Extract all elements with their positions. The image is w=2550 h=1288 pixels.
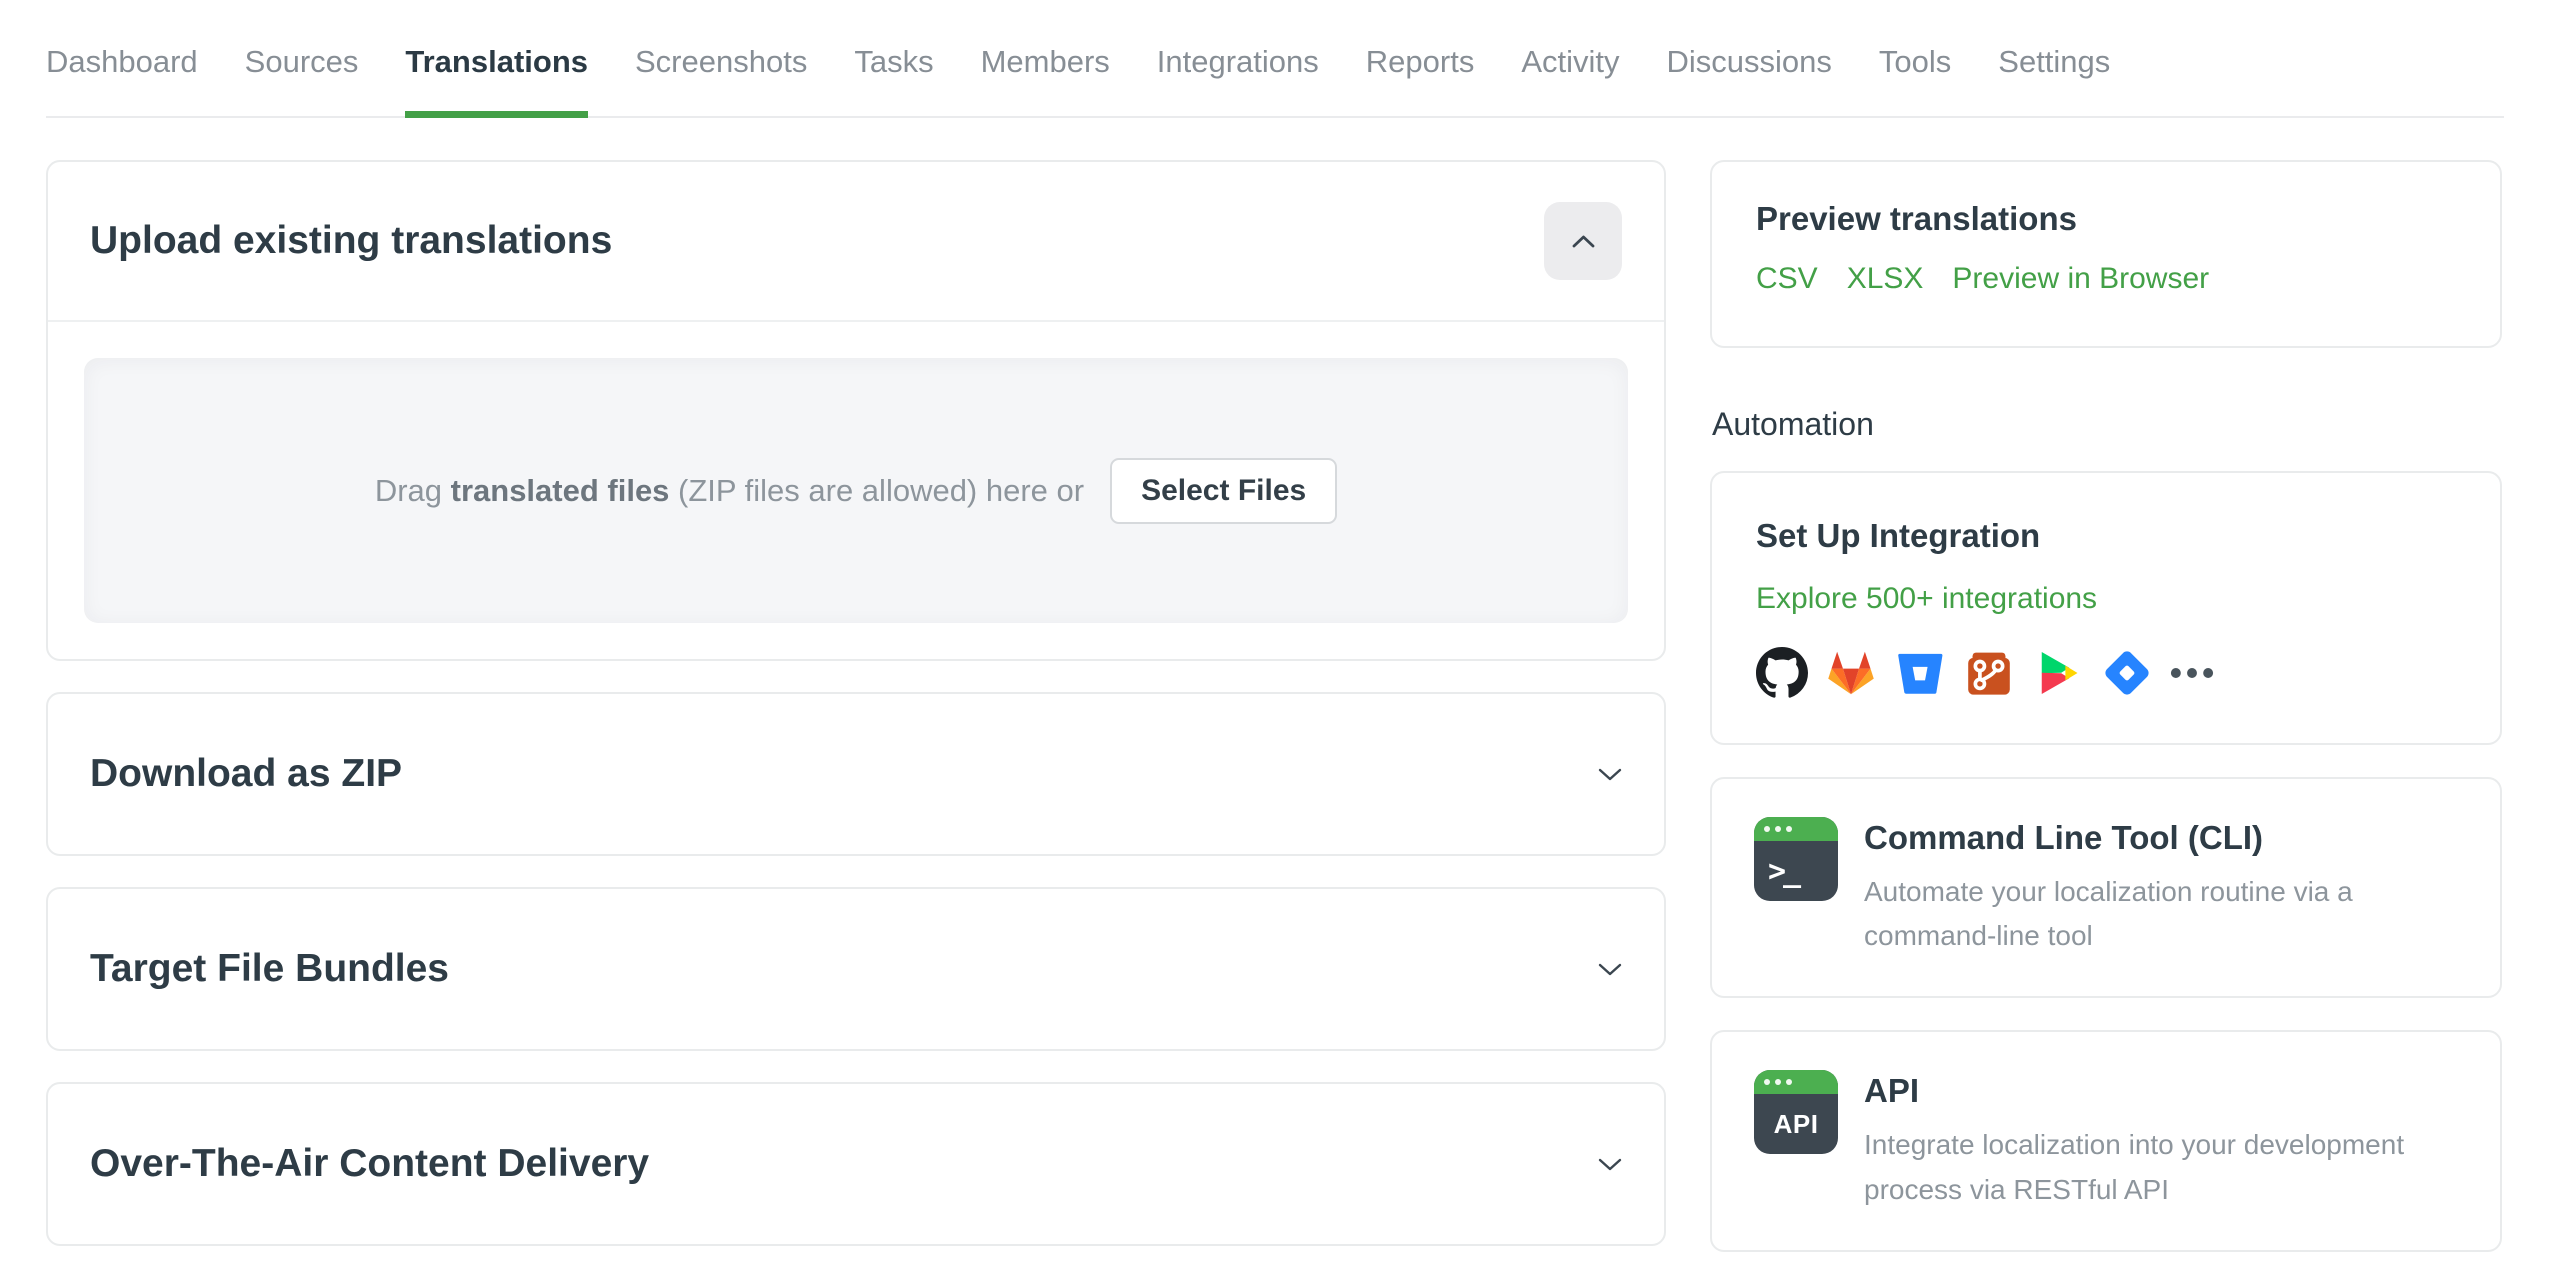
set-up-integration-title: Set Up Integration — [1756, 517, 2041, 554]
tab-tasks[interactable]: Tasks — [854, 0, 933, 116]
api-card-description: Integrate localization into your develop… — [1864, 1129, 2405, 1205]
cli-card-info: Command Line Tool (CLI) Automate your lo… — [1864, 817, 2458, 958]
target-file-bundles-card[interactable]: Target File Bundles — [46, 887, 1666, 1051]
api-card[interactable]: API API Integrate localization into your… — [1710, 1030, 2502, 1252]
preview-translations-card: Preview translations CSV XLSX Preview in… — [1710, 160, 2502, 348]
tab-translations[interactable]: Translations — [405, 0, 588, 118]
more-integrations-icon[interactable] — [2170, 647, 2214, 699]
api-icon-label: API — [1773, 1108, 1819, 1139]
chevron-down-icon — [1598, 768, 1622, 780]
collapse-upload-card-button[interactable] — [1544, 202, 1622, 280]
api-icon-titlebar — [1754, 1070, 1838, 1095]
dropzone[interactable]: Drag translated files (ZIP files are all… — [84, 358, 1628, 623]
terminal-icon: >_ — [1754, 817, 1838, 901]
google-play-icon[interactable] — [2032, 647, 2084, 699]
upload-card-title: Upload existing translations — [90, 219, 613, 262]
top-navigation: Dashboard Sources Translations Screensho… — [46, 0, 2504, 118]
api-icon: API — [1754, 1070, 1838, 1155]
dropzone-text: Drag translated files (ZIP files are all… — [374, 472, 1085, 508]
chevron-down-icon — [1598, 963, 1622, 975]
explore-integrations-link[interactable]: Explore 500+ integrations — [1756, 582, 2097, 616]
automation-heading: Automation — [1712, 406, 1874, 442]
over-the-air-content-delivery-card[interactable]: Over-The-Air Content Delivery — [46, 1082, 1666, 1246]
tab-members[interactable]: Members — [981, 0, 1110, 116]
terminal-icon-titlebar — [1754, 817, 1838, 841]
upload-existing-translations-card: Upload existing translations Drag transl… — [46, 160, 1666, 661]
main-column: Upload existing translations Drag transl… — [46, 160, 1666, 1252]
preview-in-browser-link[interactable]: Preview in Browser — [1952, 262, 2209, 296]
preview-links: CSV XLSX Preview in Browser — [1756, 262, 2456, 296]
cli-card-title: Command Line Tool (CLI) — [1864, 819, 2264, 856]
tab-screenshots[interactable]: Screenshots — [635, 0, 807, 116]
api-card-title: API — [1864, 1072, 1920, 1110]
target-file-bundles-title: Target File Bundles — [90, 947, 449, 990]
git-icon[interactable] — [1963, 647, 2015, 699]
dropzone-text-bold: translated files — [450, 472, 670, 508]
cli-card[interactable]: >_ Command Line Tool (CLI) Automate your… — [1710, 777, 2502, 999]
set-up-integration-card[interactable]: Set Up Integration Explore 500+ integrat… — [1710, 471, 2502, 745]
terminal-icon-prompt: >_ — [1768, 853, 1801, 889]
sidebar-column: Preview translations CSV XLSX Preview in… — [1710, 160, 2502, 1252]
download-as-zip-card[interactable]: Download as ZIP — [46, 692, 1666, 856]
upload-card-body: Drag translated files (ZIP files are all… — [48, 322, 1664, 659]
csv-link[interactable]: CSV — [1756, 262, 1818, 296]
over-the-air-title: Over-The-Air Content Delivery — [90, 1142, 650, 1185]
api-card-info: API Integrate localization into your dev… — [1864, 1070, 2458, 1211]
tab-settings[interactable]: Settings — [1998, 0, 2110, 116]
jira-icon[interactable] — [2101, 647, 2153, 699]
tab-dashboard[interactable]: Dashboard — [46, 0, 198, 116]
tab-discussions[interactable]: Discussions — [1667, 0, 1832, 116]
gitlab-icon[interactable] — [1825, 647, 1877, 699]
github-icon[interactable] — [1756, 647, 1808, 699]
chevron-up-icon — [1572, 235, 1594, 247]
xlsx-link[interactable]: XLSX — [1847, 262, 1924, 296]
download-as-zip-title: Download as ZIP — [90, 752, 403, 795]
cli-card-description: Automate your localization routine via a… — [1864, 876, 2353, 952]
page-content: Upload existing translations Drag transl… — [46, 160, 2504, 1252]
upload-card-header: Upload existing translations — [48, 162, 1664, 322]
tab-reports[interactable]: Reports — [1366, 0, 1475, 116]
tab-integrations[interactable]: Integrations — [1157, 0, 1319, 116]
tab-tools[interactable]: Tools — [1879, 0, 1951, 116]
integration-icons-row — [1756, 647, 2456, 699]
bitbucket-icon[interactable] — [1894, 647, 1946, 699]
preview-translations-title: Preview translations — [1756, 200, 2077, 237]
tab-activity[interactable]: Activity — [1521, 0, 1619, 116]
tab-sources[interactable]: Sources — [245, 0, 359, 116]
chevron-down-icon — [1598, 1158, 1622, 1170]
select-files-button[interactable]: Select Files — [1110, 457, 1338, 524]
